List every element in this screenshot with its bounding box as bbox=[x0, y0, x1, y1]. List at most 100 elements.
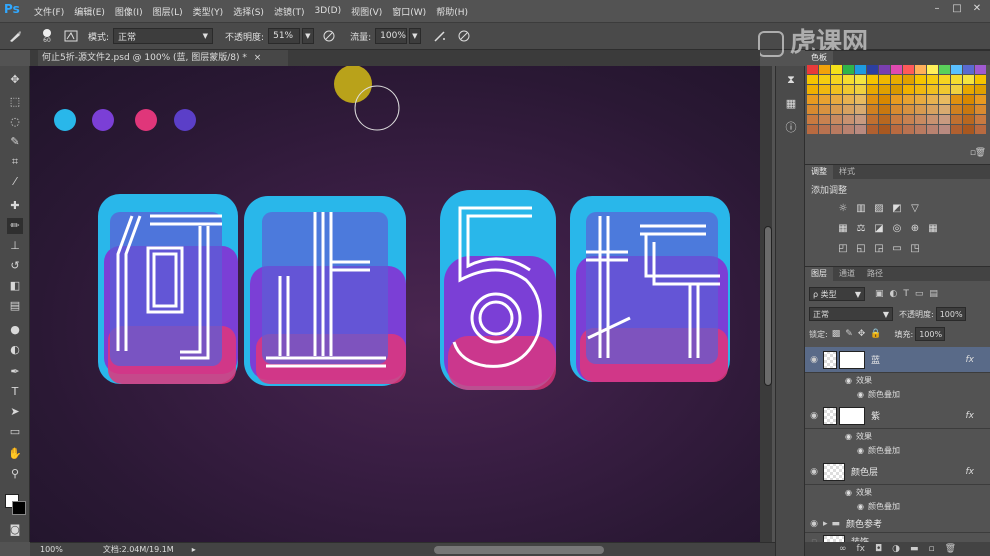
vertical-scrollbar[interactable] bbox=[760, 66, 772, 542]
swatch[interactable] bbox=[891, 125, 902, 134]
swatch[interactable] bbox=[903, 75, 914, 84]
layer-filter-icons[interactable]: ▣◐T▭▤ bbox=[875, 289, 944, 299]
new-layer-icon[interactable]: ▫ bbox=[928, 544, 934, 554]
vibrance-icon[interactable]: ▽ bbox=[909, 203, 921, 215]
menu-image[interactable]: 图像(I) bbox=[115, 5, 143, 18]
swatch[interactable] bbox=[807, 65, 818, 74]
swatch[interactable] bbox=[879, 65, 890, 74]
swatch[interactable] bbox=[975, 95, 986, 104]
airbrush-icon[interactable] bbox=[431, 27, 449, 45]
swatch[interactable] bbox=[975, 75, 986, 84]
swatch[interactable] bbox=[939, 85, 950, 94]
swatch[interactable] bbox=[927, 105, 938, 114]
opacity-input[interactable]: 51% bbox=[268, 28, 301, 44]
swatch[interactable] bbox=[855, 65, 866, 74]
lock-icons[interactable]: ▩✎✥🔒 bbox=[832, 329, 887, 339]
swatch[interactable] bbox=[927, 115, 938, 124]
swatch[interactable] bbox=[867, 125, 878, 134]
clone-stamp-tool-icon[interactable]: ⊥ bbox=[7, 238, 23, 254]
brightness-icon[interactable]: ☼ bbox=[837, 203, 849, 215]
color-lookup-icon[interactable]: ▦ bbox=[927, 223, 939, 235]
swatch[interactable] bbox=[903, 95, 914, 104]
swatch[interactable] bbox=[903, 85, 914, 94]
eyedropper-tool-icon[interactable]: ⁄ bbox=[7, 174, 23, 190]
blur-tool-icon[interactable]: ● bbox=[7, 322, 23, 338]
threshold-icon[interactable]: ◲ bbox=[873, 243, 885, 255]
fx-icon[interactable]: fx bbox=[966, 411, 975, 421]
swatch[interactable] bbox=[939, 95, 950, 104]
mode-select[interactable]: 正常 ▼ bbox=[113, 28, 214, 44]
horizontal-scrollbar-thumb[interactable] bbox=[434, 546, 604, 554]
tab-adjustments[interactable]: 调整 bbox=[805, 165, 833, 179]
layer-kind-filter[interactable]: ρ 类型 ▼ bbox=[809, 287, 865, 301]
swatch[interactable] bbox=[963, 125, 974, 134]
swatch[interactable] bbox=[807, 125, 818, 134]
swatch[interactable] bbox=[975, 105, 986, 114]
swatch[interactable] bbox=[831, 75, 842, 84]
swatch[interactable] bbox=[915, 105, 926, 114]
history-panel-icon[interactable]: ⧗ bbox=[783, 72, 799, 88]
swatch[interactable] bbox=[951, 95, 962, 104]
brush-tool-icon[interactable]: ✏ bbox=[7, 218, 23, 234]
marquee-tool-icon[interactable]: ⬚ bbox=[7, 94, 23, 110]
swatch[interactable] bbox=[819, 105, 830, 114]
swatch[interactable] bbox=[891, 95, 902, 104]
swatch[interactable] bbox=[963, 115, 974, 124]
canvas-area[interactable] bbox=[30, 66, 760, 542]
color-balance-icon[interactable]: ⚖ bbox=[855, 223, 867, 235]
swatch[interactable] bbox=[927, 65, 938, 74]
flow-dropdown[interactable]: ▼ bbox=[409, 28, 422, 44]
posterize-icon[interactable]: ◱ bbox=[855, 243, 867, 255]
swatch[interactable] bbox=[879, 85, 890, 94]
swatch[interactable] bbox=[867, 115, 878, 124]
channel-mixer-icon[interactable]: ⊕ bbox=[909, 223, 921, 235]
swatch[interactable] bbox=[879, 125, 890, 134]
curves-icon[interactable]: ▨ bbox=[873, 203, 885, 215]
close-icon[interactable]: ✕ bbox=[970, 3, 984, 17]
pen-tool-icon[interactable]: ✒ bbox=[7, 364, 23, 380]
eraser-tool-icon[interactable]: ◧ bbox=[7, 278, 23, 294]
shape-tool-icon[interactable]: ▭ bbox=[7, 424, 23, 440]
tab-channels[interactable]: 通道 bbox=[833, 267, 861, 281]
swatch[interactable] bbox=[831, 65, 842, 74]
maximize-icon[interactable]: □ bbox=[950, 3, 964, 17]
trash-icon[interactable]: 🗑 bbox=[975, 148, 986, 158]
swatch[interactable] bbox=[963, 85, 974, 94]
artboard[interactable] bbox=[30, 66, 760, 542]
adjustment-layer-icon[interactable]: ◑ bbox=[892, 544, 900, 554]
menu-3d[interactable]: 3D(D) bbox=[314, 6, 341, 16]
eye-icon[interactable]: ◉ bbox=[857, 502, 864, 511]
swatch[interactable] bbox=[831, 115, 842, 124]
path-select-tool-icon[interactable]: ➤ bbox=[7, 404, 23, 420]
swatch[interactable] bbox=[927, 85, 938, 94]
brush-tool-icon[interactable] bbox=[6, 27, 24, 45]
layer-opacity-input[interactable]: 100% bbox=[935, 307, 966, 321]
selective-color-icon[interactable]: ◳ bbox=[909, 243, 921, 255]
swatch[interactable] bbox=[831, 95, 842, 104]
swatch[interactable] bbox=[819, 75, 830, 84]
swatch[interactable] bbox=[843, 75, 854, 84]
trash-icon[interactable]: 🗑 bbox=[945, 544, 956, 554]
menu-filter[interactable]: 滤镜(T) bbox=[274, 5, 305, 18]
swatch[interactable] bbox=[855, 125, 866, 134]
swatch[interactable] bbox=[963, 95, 974, 104]
menu-file[interactable]: 文件(F) bbox=[34, 5, 64, 18]
swatch[interactable] bbox=[879, 75, 890, 84]
expand-arrow-icon[interactable]: ▸ bbox=[823, 519, 828, 529]
menu-layer[interactable]: 图层(L) bbox=[153, 5, 183, 18]
eye-icon[interactable]: ◉ bbox=[807, 519, 821, 529]
swatch[interactable] bbox=[843, 85, 854, 94]
lasso-tool-icon[interactable]: ◌ bbox=[7, 114, 23, 130]
swatch[interactable] bbox=[975, 115, 986, 124]
swatch[interactable] bbox=[963, 65, 974, 74]
swatch[interactable] bbox=[963, 105, 974, 114]
swatch[interactable] bbox=[939, 105, 950, 114]
effect-item-row[interactable]: ◉ 颜色叠加 bbox=[805, 443, 990, 457]
effect-item-row[interactable]: ◉ 颜色叠加 bbox=[805, 387, 990, 401]
new-group-icon[interactable]: ▬ bbox=[910, 544, 919, 554]
swatch[interactable] bbox=[819, 125, 830, 134]
type-tool-icon[interactable]: T bbox=[7, 384, 23, 400]
swatch[interactable] bbox=[867, 65, 878, 74]
swatch[interactable] bbox=[915, 95, 926, 104]
background-color-swatch[interactable] bbox=[12, 501, 26, 515]
